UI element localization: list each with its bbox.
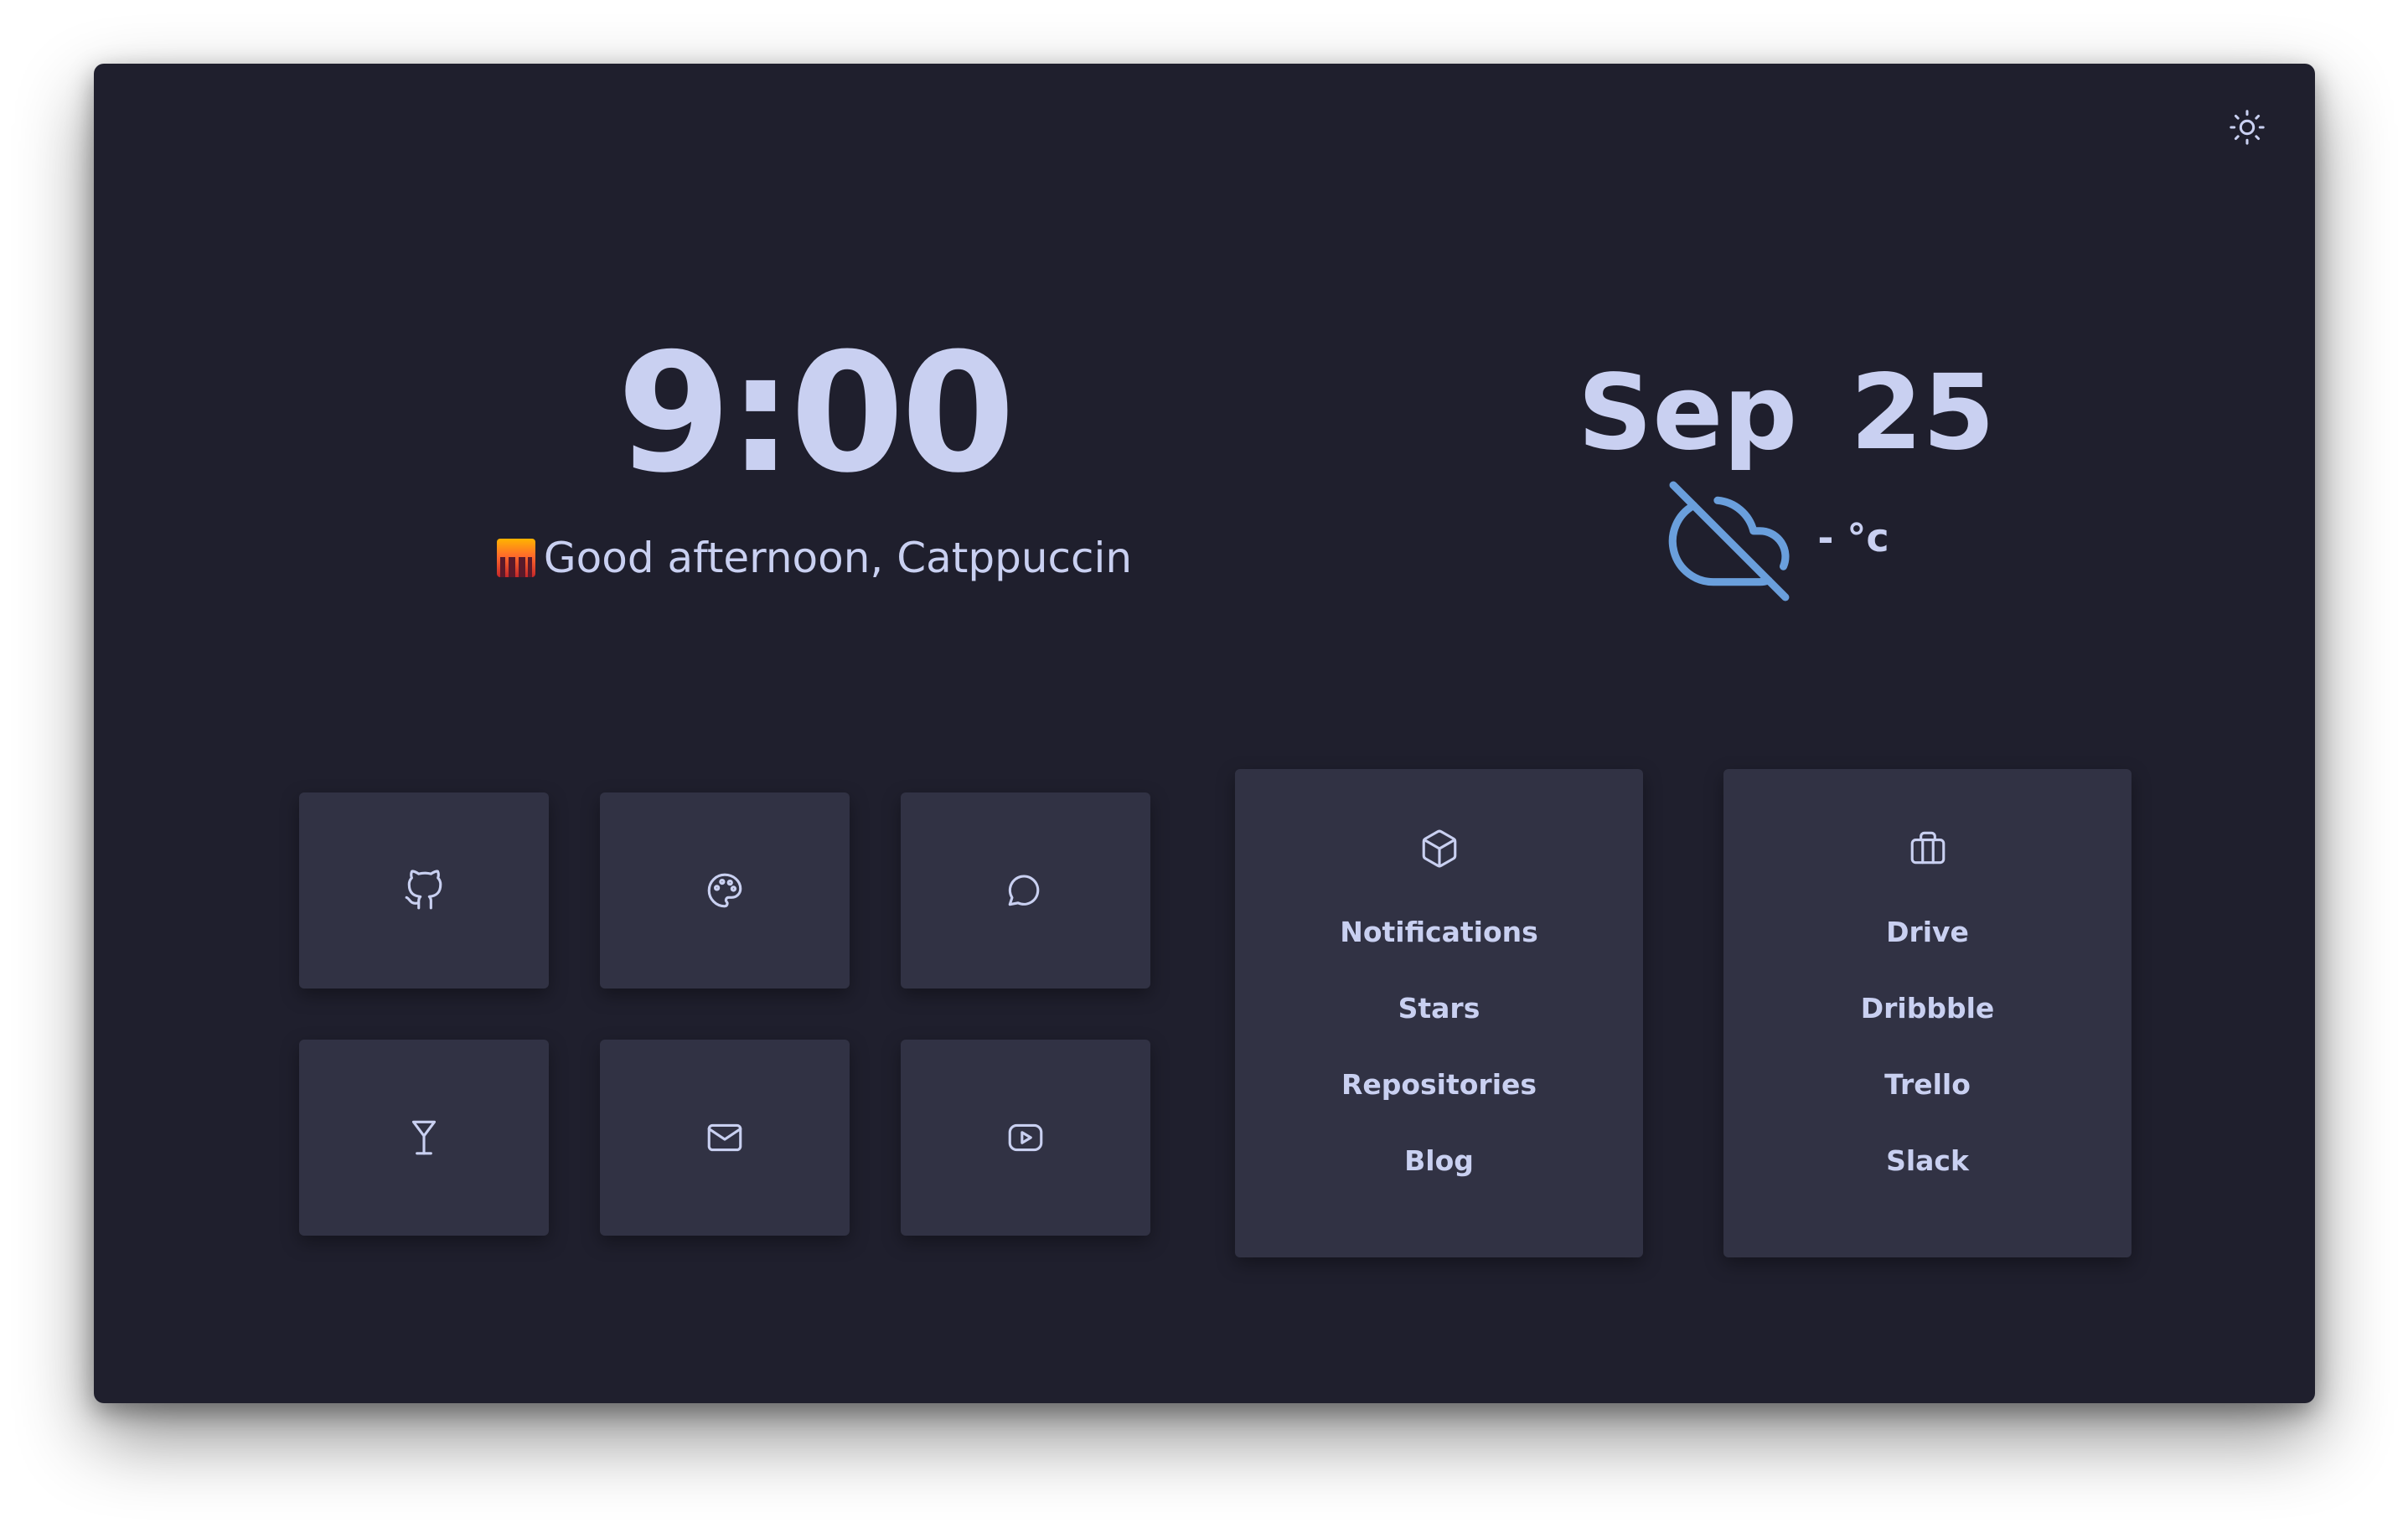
greeting-text: Good afternoon, Catppuccin bbox=[543, 534, 1133, 582]
weather: - °c bbox=[1568, 481, 1987, 601]
clock: 9:00 bbox=[617, 318, 1015, 509]
date: Sep 25 bbox=[1578, 353, 1995, 473]
palette-icon bbox=[707, 873, 742, 908]
sunset-icon bbox=[496, 539, 535, 577]
theme-toggle-button[interactable] bbox=[2224, 104, 2271, 151]
shortcut-messages[interactable] bbox=[901, 792, 1150, 989]
link-notifications[interactable]: Notifications bbox=[1340, 911, 1538, 988]
link-dribbble[interactable]: Dribbble bbox=[1861, 988, 1995, 1064]
link-drive[interactable]: Drive bbox=[1886, 911, 1969, 988]
link-trello[interactable]: Trello bbox=[1884, 1064, 1971, 1140]
card-icon-wrap bbox=[1723, 828, 2132, 875]
cloud-off-icon bbox=[1666, 478, 1792, 604]
shortcut-mail[interactable] bbox=[600, 1040, 850, 1236]
shortcut-github[interactable] bbox=[299, 792, 549, 989]
new-tab-page: 9:00 Good afternoon, Catppuccin Sep 25 -… bbox=[94, 64, 2315, 1403]
shortcut-palette[interactable] bbox=[600, 792, 850, 989]
sun-icon bbox=[2230, 110, 2265, 145]
youtube-icon bbox=[1008, 1123, 1043, 1152]
github-icon bbox=[405, 870, 442, 910]
mail-icon bbox=[707, 1123, 742, 1152]
link-repositories[interactable]: Repositories bbox=[1341, 1064, 1537, 1140]
cocktail-icon bbox=[411, 1120, 437, 1155]
links-card-github: Notifications Stars Repositories Blog bbox=[1235, 769, 1643, 1257]
temperature: - °c bbox=[1817, 515, 1889, 560]
briefcase-icon bbox=[1910, 831, 1945, 865]
card-links: Notifications Stars Repositories Blog bbox=[1235, 911, 1643, 1216]
shortcut-cocktail[interactable] bbox=[299, 1040, 549, 1236]
card-icon-wrap bbox=[1235, 828, 1643, 875]
message-circle-icon bbox=[1008, 875, 1040, 906]
greeting: Good afternoon, Catppuccin bbox=[328, 533, 1300, 583]
card-links: Drive Dribbble Trello Slack bbox=[1723, 911, 2132, 1216]
box-icon bbox=[1422, 829, 1456, 868]
shortcut-youtube[interactable] bbox=[901, 1040, 1150, 1236]
link-stars[interactable]: Stars bbox=[1398, 988, 1480, 1064]
link-slack[interactable]: Slack bbox=[1886, 1140, 1969, 1216]
link-blog[interactable]: Blog bbox=[1404, 1140, 1474, 1216]
links-card-work: Drive Dribbble Trello Slack bbox=[1723, 769, 2132, 1257]
